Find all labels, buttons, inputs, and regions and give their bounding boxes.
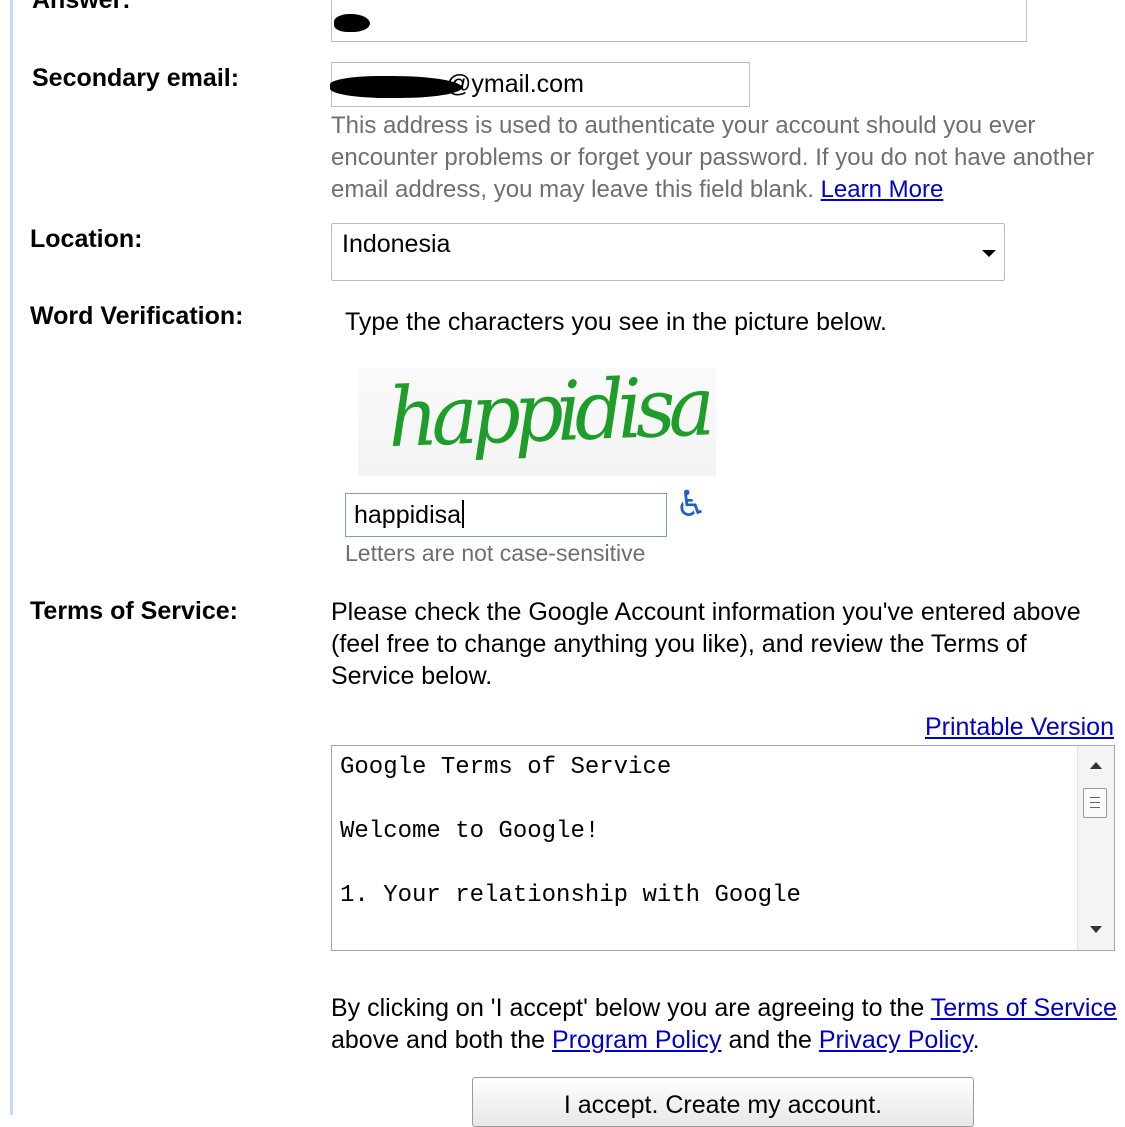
location-label: Location: — [30, 225, 143, 253]
printable-version-link[interactable]: Printable Version — [925, 713, 1114, 742]
word-verification-label: Word Verification: — [30, 302, 244, 330]
secondary-email-help-text: This address is used to authenticate you… — [331, 112, 1095, 203]
terms-line: Welcome to Google! — [340, 818, 600, 845]
learn-more-link[interactable]: Learn More — [821, 176, 944, 203]
location-selected-value: Indonesia — [342, 230, 451, 258]
answer-input[interactable] — [331, 0, 1027, 42]
captcha-input-value: happidisa — [354, 500, 465, 530]
captcha-input-text: happidisa — [354, 501, 462, 529]
secondary-email-value: @ymail.com — [446, 70, 584, 98]
scroll-up-arrow-icon[interactable] — [1090, 762, 1102, 769]
terms-scrollbar[interactable] — [1077, 746, 1114, 950]
terms-line: 1. Your relationship with Google — [340, 882, 801, 909]
agreement-prefix: By clicking on 'I accept' below you are … — [331, 994, 931, 1022]
terms-text: Google Terms of Service Welcome to Googl… — [340, 752, 801, 912]
agreement-text: By clicking on 'I accept' below you are … — [331, 992, 1121, 1056]
captcha-prompt: Type the characters you see in the pictu… — [345, 308, 887, 336]
captcha-image: happidisa — [358, 360, 716, 476]
case-sensitivity-note: Letters are not case-sensitive — [345, 540, 646, 566]
terms-of-service-label: Terms of Service: — [30, 597, 238, 625]
text-caret — [462, 500, 465, 528]
answer-redaction — [334, 14, 370, 32]
email-redaction — [330, 76, 462, 98]
agreement-suffix: . — [972, 1026, 980, 1054]
scroll-down-arrow-icon[interactable] — [1090, 926, 1102, 933]
agreement-middle: above and both the — [331, 1026, 553, 1054]
terms-line: Google Terms of Service — [340, 754, 672, 781]
captcha-word: happidisa — [386, 359, 710, 467]
secondary-email-label: Secondary email: — [32, 64, 240, 92]
scroll-thumb[interactable] — [1083, 788, 1107, 818]
terms-intro: Please check the Google Account informat… — [331, 598, 1081, 690]
location-select[interactable]: Indonesia — [331, 223, 1005, 281]
secondary-email-help: This address is used to authenticate you… — [331, 110, 1111, 206]
agreement-and: and the — [721, 1026, 819, 1054]
answer-label: Answer: — [32, 0, 131, 14]
terms-of-service-link[interactable]: Terms of Service — [931, 994, 1117, 1022]
program-policy-link[interactable]: Program Policy — [552, 1026, 722, 1054]
terms-textarea[interactable]: Google Terms of Service Welcome to Googl… — [331, 745, 1115, 951]
left-border-rule — [10, 0, 13, 1115]
accessibility-icon[interactable]: ♿ — [675, 483, 707, 525]
captcha-input[interactable]: happidisa — [345, 493, 667, 537]
chevron-down-icon — [982, 250, 996, 257]
privacy-policy-link[interactable]: Privacy Policy — [819, 1026, 973, 1054]
accept-create-account-button[interactable]: I accept. Create my account. — [472, 1077, 974, 1127]
